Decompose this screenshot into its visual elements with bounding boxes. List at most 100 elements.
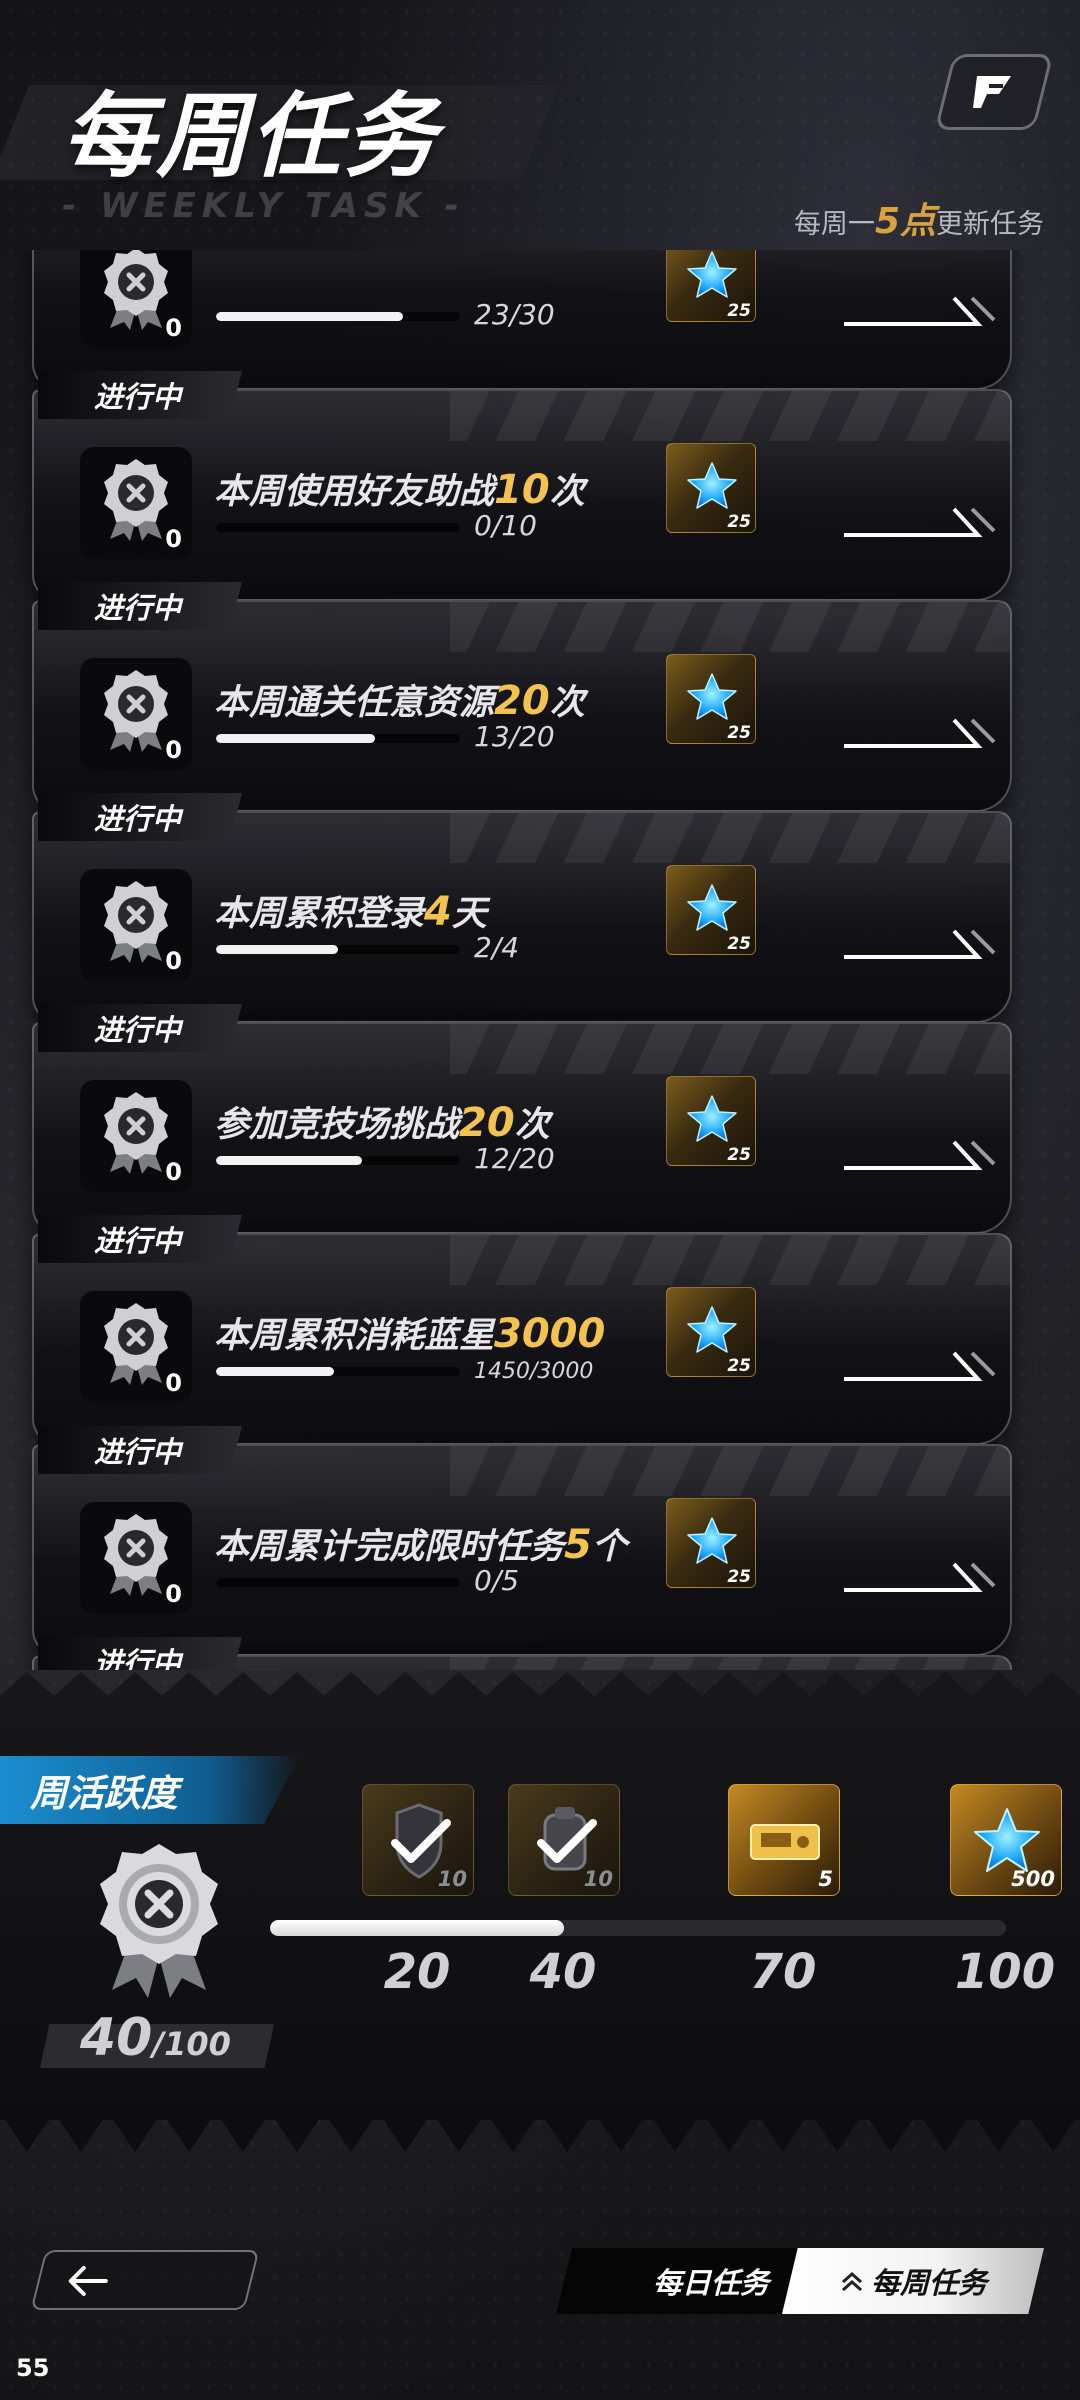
task-item[interactable]: 0 本周通关任意资源20次 13/20 25 进行中 — [0, 582, 1080, 812]
task-item[interactable]: 0 本周累计完成限时任务5个 0/5 25 进行中 — [0, 1426, 1080, 1656]
task-name-suffix: 个 — [591, 1527, 627, 1567]
task-status-badge: 进行中 — [38, 1637, 242, 1670]
medal-icon — [104, 1514, 168, 1596]
task-medal: 0 — [80, 250, 192, 348]
go-arrow-icon[interactable] — [842, 501, 998, 541]
task-name: 本周使用好友助战10次 — [214, 463, 585, 514]
task-list[interactable]: 0 23/30 25 进行中 — [0, 250, 1080, 1670]
task-progress-text: 12/20 — [474, 1142, 555, 1175]
medal-icon — [104, 250, 168, 330]
task-card: 0 23/30 25 — [32, 250, 1012, 390]
blue-star-icon — [687, 251, 737, 298]
task-name-suffix: 天 — [451, 894, 487, 934]
task-name-prefix: 本周累计完成限时任务 — [214, 1527, 565, 1567]
task-name-highlight: 20 — [494, 678, 550, 724]
task-item[interactable]: 0 参加竞技场挑战20次 12/20 25 进行中 — [0, 1004, 1080, 1234]
task-reward[interactable]: 25 — [666, 443, 756, 533]
task-progress-text: 2/4 — [474, 931, 520, 964]
fps-counter: 55 — [16, 2354, 50, 2382]
card-watermark — [450, 1657, 1010, 1670]
medal-count: 0 — [165, 1158, 182, 1186]
task-name-suffix: 次 — [514, 1105, 550, 1145]
task-status-badge: 进行中 — [38, 1215, 242, 1263]
blue-star-icon — [687, 1306, 737, 1353]
task-reward[interactable]: 25 — [666, 1076, 756, 1166]
activity-points: 40/100 — [80, 2008, 231, 2068]
go-arrow-icon[interactable] — [842, 923, 998, 963]
milestone-reward[interactable]: 10 — [508, 1784, 620, 1896]
task-progress-bar — [216, 734, 460, 743]
task-medal: 0 — [80, 1502, 192, 1614]
task-medal: 0 — [80, 869, 192, 981]
task-item[interactable]: 0 本周累积登录4天 2/4 25 进行中 — [0, 793, 1080, 1023]
milestone-reward-count: 500 — [1011, 1867, 1055, 1891]
task-progress-bar — [216, 1367, 460, 1376]
task-item[interactable]: 0 本周累积消耗蓝星3000 1450/3000 25 进行中 — [0, 1215, 1080, 1445]
reward-count: 25 — [727, 1356, 751, 1376]
task-card: 0 本周累积登录4天 2/4 25 — [32, 811, 1012, 1023]
task-name: 本周累积登录4天 — [214, 885, 487, 936]
medal-count: 0 — [165, 1580, 182, 1608]
task-name-prefix: 参加竞技场挑战 — [214, 1105, 460, 1145]
task-item[interactable]: 0 本周使用好友助战10次 0/10 25 进行中 — [0, 371, 1080, 601]
task-card: 0 本周通关任意资源20次 13/20 25 — [32, 600, 1012, 812]
task-medal: 0 — [80, 447, 192, 559]
go-arrow-icon[interactable] — [842, 1134, 998, 1174]
chevron-up-icon — [841, 2271, 862, 2292]
task-progress-bar — [216, 1578, 460, 1587]
milestone-reward[interactable]: 10 — [362, 1784, 474, 1896]
task-status-badge: 进行中 — [38, 582, 242, 630]
milestone-value: 70 — [749, 1944, 817, 2000]
task-name-highlight: 4 — [424, 889, 452, 935]
medal-count: 0 — [165, 1369, 182, 1397]
task-name-suffix: 次 — [549, 472, 585, 512]
task-card: 0 本周累积消耗蓝星3000 1450/3000 25 — [32, 1233, 1012, 1445]
task-name-prefix: 本周使用好友助战 — [214, 472, 495, 512]
task-name-highlight: 20 — [459, 1100, 515, 1146]
task-name-suffix: 次 — [549, 683, 585, 723]
reward-count: 25 — [727, 723, 751, 743]
task-tab-switch: 每日任务 每周任务 — [556, 2248, 1044, 2314]
milestone-reward[interactable]: 5 — [728, 1784, 840, 1896]
task-medal: 0 — [80, 1080, 192, 1192]
task-reward[interactable]: 25 — [666, 1287, 756, 1377]
task-name: 本周累计完成限时任务5个 — [214, 1518, 627, 1569]
go-arrow-icon[interactable] — [842, 1345, 998, 1385]
tab-weekly-tasks[interactable]: 每周任务 — [782, 2248, 1044, 2314]
task-status-badge: 进行中 — [38, 371, 242, 419]
top-right-button[interactable] — [934, 54, 1054, 130]
task-progress-fill — [216, 734, 375, 743]
go-arrow-icon[interactable] — [842, 712, 998, 752]
task-name-highlight: 5 — [564, 1522, 592, 1568]
blue-star-icon — [687, 673, 737, 720]
reward-count: 25 — [727, 301, 751, 321]
activity-medal-icon — [100, 1844, 218, 1998]
back-button[interactable] — [30, 2250, 260, 2310]
task-reward[interactable]: 25 — [666, 250, 756, 322]
task-reward[interactable]: 25 — [666, 865, 756, 955]
medal-icon — [104, 1092, 168, 1174]
task-name-prefix: 本周通关任意资源 — [214, 683, 495, 723]
task-item[interactable]: 进行中 — [0, 1637, 1080, 1670]
go-arrow-icon[interactable] — [842, 290, 998, 330]
reset-prefix: 每周一 — [793, 209, 875, 240]
blue-star-icon — [687, 1517, 737, 1564]
task-name: 参加竞技场挑战20次 — [214, 1096, 550, 1147]
reward-count: 25 — [727, 934, 751, 954]
go-arrow-icon[interactable] — [842, 1556, 998, 1596]
task-name-highlight: 10 — [494, 467, 550, 513]
task-reward[interactable]: 25 — [666, 1498, 756, 1588]
page-title: 每周任务 — [62, 83, 439, 190]
task-reward[interactable]: 25 — [666, 654, 756, 744]
task-card: 0 本周累计完成限时任务5个 0/5 25 — [32, 1444, 1012, 1656]
activity-points-value: 40 — [80, 2008, 153, 2068]
header: 每周任务 - WEEKLY TASK - 每周一5点更新任务 — [0, 0, 1080, 250]
milestone-reward[interactable]: 500 — [950, 1784, 1062, 1896]
activity-progress-fill — [270, 1920, 565, 1936]
milestone-reward-count: 5 — [818, 1867, 833, 1891]
medal-count: 0 — [165, 736, 182, 764]
task-medal: 0 — [80, 1291, 192, 1403]
reset-notice: 每周一5点更新任务 — [794, 192, 1044, 244]
task-progress-text: 23/30 — [474, 298, 555, 331]
task-item[interactable]: 0 23/30 25 进行中 — [0, 250, 1080, 390]
